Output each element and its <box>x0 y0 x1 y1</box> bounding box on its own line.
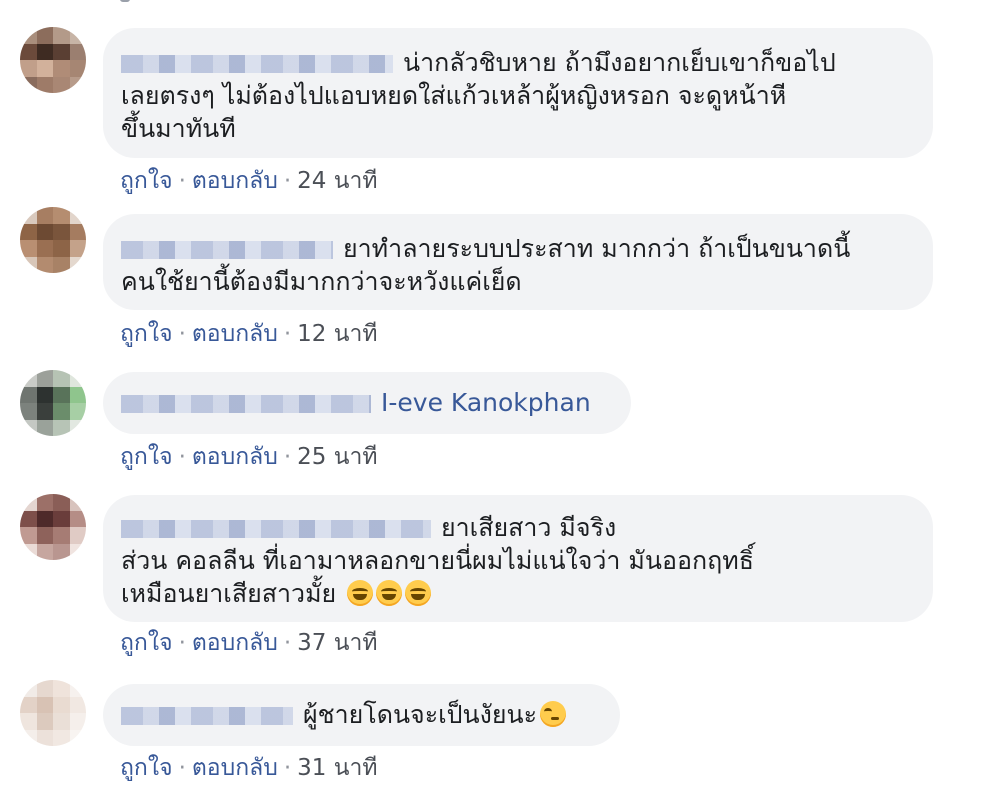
previous-comment-edge <box>120 0 130 2</box>
comment-actions: ถูกใจ · ตอบกลับ · 12 นาที <box>120 321 378 347</box>
avatar[interactable] <box>20 680 86 746</box>
reply-button[interactable]: ตอบกลับ <box>192 755 278 781</box>
timestamp[interactable]: 37 นาที <box>297 630 377 656</box>
avatar[interactable] <box>20 494 86 560</box>
like-button[interactable]: ถูกใจ <box>120 321 173 347</box>
comment-bubble: ผู้ชายโดนจะเป็นงัยนะ <box>103 684 620 746</box>
reply-button[interactable]: ตอบกลับ <box>192 168 278 194</box>
commenter-name[interactable] <box>121 520 431 538</box>
timestamp[interactable]: 31 นาที <box>297 755 377 781</box>
mentioned-user-link[interactable]: I-eve Kanokphan <box>381 388 591 417</box>
like-button[interactable]: ถูกใจ <box>120 630 173 656</box>
grinning-sweat-emoji <box>405 580 432 606</box>
comment-actions: ถูกใจ · ตอบกลับ · 37 นาที <box>120 630 378 656</box>
commenter-name[interactable] <box>121 55 393 73</box>
comment-text: น่ากลัวชิบหาย ถ้ามึงอยากเย็บเขาก็ขอไป <box>403 48 836 77</box>
comment-text: เลยตรงๆ ไม่ต้องไปแอบหยดใส่แก้วเหล้าผู้หญ… <box>121 81 787 110</box>
reply-button[interactable]: ตอบกลับ <box>192 444 278 470</box>
reply-button[interactable]: ตอบกลับ <box>192 321 278 347</box>
commenter-name[interactable] <box>121 395 371 413</box>
like-button[interactable]: ถูกใจ <box>120 444 173 470</box>
comment-bubble: ยาทำลายระบบประสาท มากกว่า ถ้าเป็นขนาดนี้… <box>103 214 933 310</box>
comment-text: ยาเสียสาว มีจริง <box>441 513 617 542</box>
comment-text: ยาทำลายระบบประสาท มากกว่า ถ้าเป็นขนาดนี้ <box>343 234 851 263</box>
comment-actions: ถูกใจ · ตอบกลับ · 25 นาที <box>120 444 378 470</box>
comment-text: ส่วน คอลลีน ที่เอามาหลอกขายนี่ผมไม่แน่ใจ… <box>121 546 755 575</box>
grinning-sweat-emoji <box>347 580 374 606</box>
comment-bubble: น่ากลัวชิบหาย ถ้ามึงอยากเย็บเขาก็ขอไป เล… <box>103 28 933 158</box>
commenter-name[interactable] <box>121 707 293 725</box>
grinning-sweat-emoji <box>376 580 403 606</box>
comment-text: เหมือนยาเสียสาวมั้ย <box>121 579 337 608</box>
comment-bubble: I-eve Kanokphan <box>103 372 631 434</box>
thinking-face-emoji <box>540 701 567 727</box>
avatar[interactable] <box>20 370 86 436</box>
like-button[interactable]: ถูกใจ <box>120 168 173 194</box>
reply-button[interactable]: ตอบกลับ <box>192 630 278 656</box>
comment-text: ขึ้นมาทันที <box>121 114 236 143</box>
timestamp[interactable]: 24 นาที <box>297 168 377 194</box>
timestamp[interactable]: 12 นาที <box>297 321 377 347</box>
comment-actions: ถูกใจ · ตอบกลับ · 24 นาที <box>120 168 378 194</box>
comment-text: คนใช้ยานี้ต้องมีมากกว่าจะหวังแค่เย็ด <box>121 267 522 296</box>
comment-actions: ถูกใจ · ตอบกลับ · 31 นาที <box>120 755 378 781</box>
commenter-name[interactable] <box>121 241 333 259</box>
comment-text: ผู้ชายโดนจะเป็นงัยนะ <box>303 700 538 729</box>
avatar[interactable] <box>20 207 86 273</box>
like-button[interactable]: ถูกใจ <box>120 755 173 781</box>
avatar[interactable] <box>20 27 86 93</box>
comment-bubble: ยาเสียสาว มีจริง ส่วน คอลลีน ที่เอามาหลอ… <box>103 495 933 622</box>
timestamp[interactable]: 25 นาที <box>297 444 377 470</box>
